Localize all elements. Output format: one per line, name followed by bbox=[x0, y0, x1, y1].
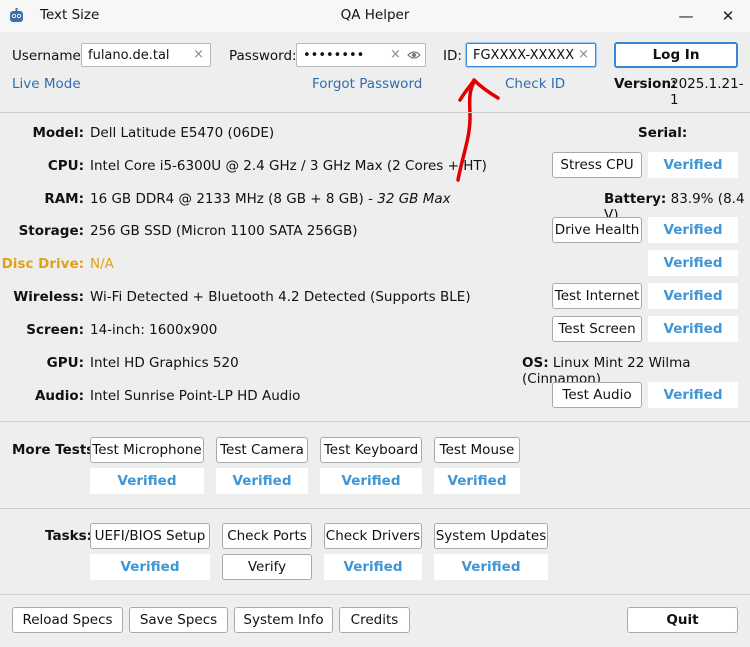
test-microphone-button[interactable]: Test Microphone bbox=[90, 437, 204, 463]
password-value: •••••••• bbox=[303, 48, 365, 63]
gpu-label: GPU: bbox=[46, 355, 84, 371]
battery-label: Battery: bbox=[604, 191, 667, 207]
disc-drive-value: N/A bbox=[90, 256, 114, 272]
gpu-value: Intel HD Graphics 520 bbox=[90, 355, 239, 371]
ram-value: 16 GB DDR4 @ 2133 MHz (8 GB + 8 GB) - 32… bbox=[90, 191, 451, 207]
uefi-status-badge: Verified bbox=[90, 554, 210, 580]
screen-status-badge: Verified bbox=[648, 316, 738, 342]
clear-icon[interactable]: × bbox=[193, 47, 204, 62]
test-camera-button[interactable]: Test Camera bbox=[216, 437, 308, 463]
wireless-value: Wi-Fi Detected + Bluetooth 4.2 Detected … bbox=[90, 289, 471, 305]
keyboard-status-badge: Verified bbox=[320, 468, 422, 494]
id-field[interactable]: FGXXXX-XXXXX × bbox=[466, 43, 596, 67]
screen-label: Screen: bbox=[26, 322, 84, 338]
system-info-button[interactable]: System Info bbox=[234, 607, 333, 633]
camera-status-badge: Verified bbox=[216, 468, 308, 494]
minimize-icon[interactable]: — bbox=[676, 6, 696, 26]
cpu-label: CPU: bbox=[47, 158, 84, 174]
test-screen-button[interactable]: Test Screen bbox=[552, 316, 642, 342]
clear-icon[interactable]: × bbox=[390, 47, 401, 62]
reload-specs-button[interactable]: Reload Specs bbox=[12, 607, 123, 633]
version-value: 2025.1.21-1 bbox=[670, 76, 744, 108]
microphone-status-badge: Verified bbox=[90, 468, 204, 494]
password-label: Password: bbox=[229, 48, 297, 64]
cpu-status-badge: Verified bbox=[648, 152, 738, 178]
storage-label: Storage: bbox=[18, 223, 84, 239]
username-label: Username: bbox=[12, 48, 86, 64]
disc-drive-label: Disc Drive: bbox=[1, 256, 84, 272]
test-audio-button[interactable]: Test Audio bbox=[552, 382, 642, 408]
stress-cpu-button[interactable]: Stress CPU bbox=[552, 152, 642, 178]
forgot-password-link[interactable]: Forgot Password bbox=[312, 76, 422, 92]
id-value: FGXXXX-XXXXX bbox=[473, 48, 575, 63]
disc-drive-status-badge: Verified bbox=[648, 250, 738, 276]
check-id-link[interactable]: Check ID bbox=[505, 76, 565, 92]
window-title: QA Helper bbox=[340, 7, 410, 23]
ram-label: RAM: bbox=[44, 191, 84, 207]
mouse-status-badge: Verified bbox=[434, 468, 520, 494]
uefi-bios-setup-button[interactable]: UEFI/BIOS Setup bbox=[90, 523, 210, 549]
save-specs-button[interactable]: Save Specs bbox=[129, 607, 228, 633]
password-field[interactable]: •••••••• × bbox=[296, 43, 426, 67]
username-value: fulano.de.tal bbox=[88, 48, 170, 63]
audio-label: Audio: bbox=[34, 388, 84, 404]
wireless-label: Wireless: bbox=[13, 289, 84, 305]
quit-button[interactable]: Quit bbox=[627, 607, 738, 633]
drivers-status-badge: Verified bbox=[324, 554, 422, 580]
screen-value: 14-inch: 1600x900 bbox=[90, 322, 218, 338]
updates-status-badge: Verified bbox=[434, 554, 548, 580]
separator bbox=[0, 594, 750, 595]
model-value: Dell Latitude E5470 (06DE) bbox=[90, 125, 275, 141]
separator bbox=[0, 112, 750, 113]
username-field[interactable]: fulano.de.tal × bbox=[81, 43, 211, 67]
audio-status-badge: Verified bbox=[648, 382, 738, 408]
wireless-status-badge: Verified bbox=[648, 283, 738, 309]
separator bbox=[0, 508, 750, 509]
clear-icon[interactable]: × bbox=[578, 47, 589, 62]
storage-value: 256 GB SSD (Micron 1100 SATA 256GB) bbox=[90, 223, 358, 239]
storage-status-badge: Verified bbox=[648, 217, 738, 243]
cpu-value: Intel Core i5-6300U @ 2.4 GHz / 3 GHz Ma… bbox=[90, 158, 487, 174]
more-tests-label: More Tests: bbox=[12, 442, 100, 458]
separator bbox=[0, 421, 750, 422]
live-mode-link[interactable]: Live Mode bbox=[12, 76, 81, 92]
test-keyboard-button[interactable]: Test Keyboard bbox=[320, 437, 422, 463]
audio-value: Intel Sunrise Point-LP HD Audio bbox=[90, 388, 301, 404]
check-ports-button[interactable]: Check Ports bbox=[222, 523, 312, 549]
serial-label: Serial: bbox=[638, 125, 688, 141]
tasks-label: Tasks: bbox=[45, 528, 93, 544]
os-label: OS: bbox=[522, 355, 549, 371]
verify-ports-button[interactable]: Verify bbox=[222, 554, 312, 580]
ram-max: 32 GB Max bbox=[377, 191, 451, 207]
model-label: Model: bbox=[32, 125, 84, 141]
version-label: Version: bbox=[614, 76, 677, 92]
check-drivers-button[interactable]: Check Drivers bbox=[324, 523, 422, 549]
system-updates-button[interactable]: System Updates bbox=[434, 523, 548, 549]
id-label: ID: bbox=[443, 48, 462, 64]
test-internet-button[interactable]: Test Internet bbox=[552, 283, 642, 309]
drive-health-button[interactable]: Drive Health bbox=[552, 217, 642, 243]
log-in-button[interactable]: Log In bbox=[614, 42, 738, 68]
test-mouse-button[interactable]: Test Mouse bbox=[434, 437, 520, 463]
credits-button[interactable]: Credits bbox=[339, 607, 410, 633]
ram-detail: 16 GB DDR4 @ 2133 MHz (8 GB + 8 GB) - bbox=[90, 191, 378, 207]
close-icon[interactable]: ✕ bbox=[718, 6, 738, 26]
eye-icon[interactable] bbox=[407, 50, 421, 60]
